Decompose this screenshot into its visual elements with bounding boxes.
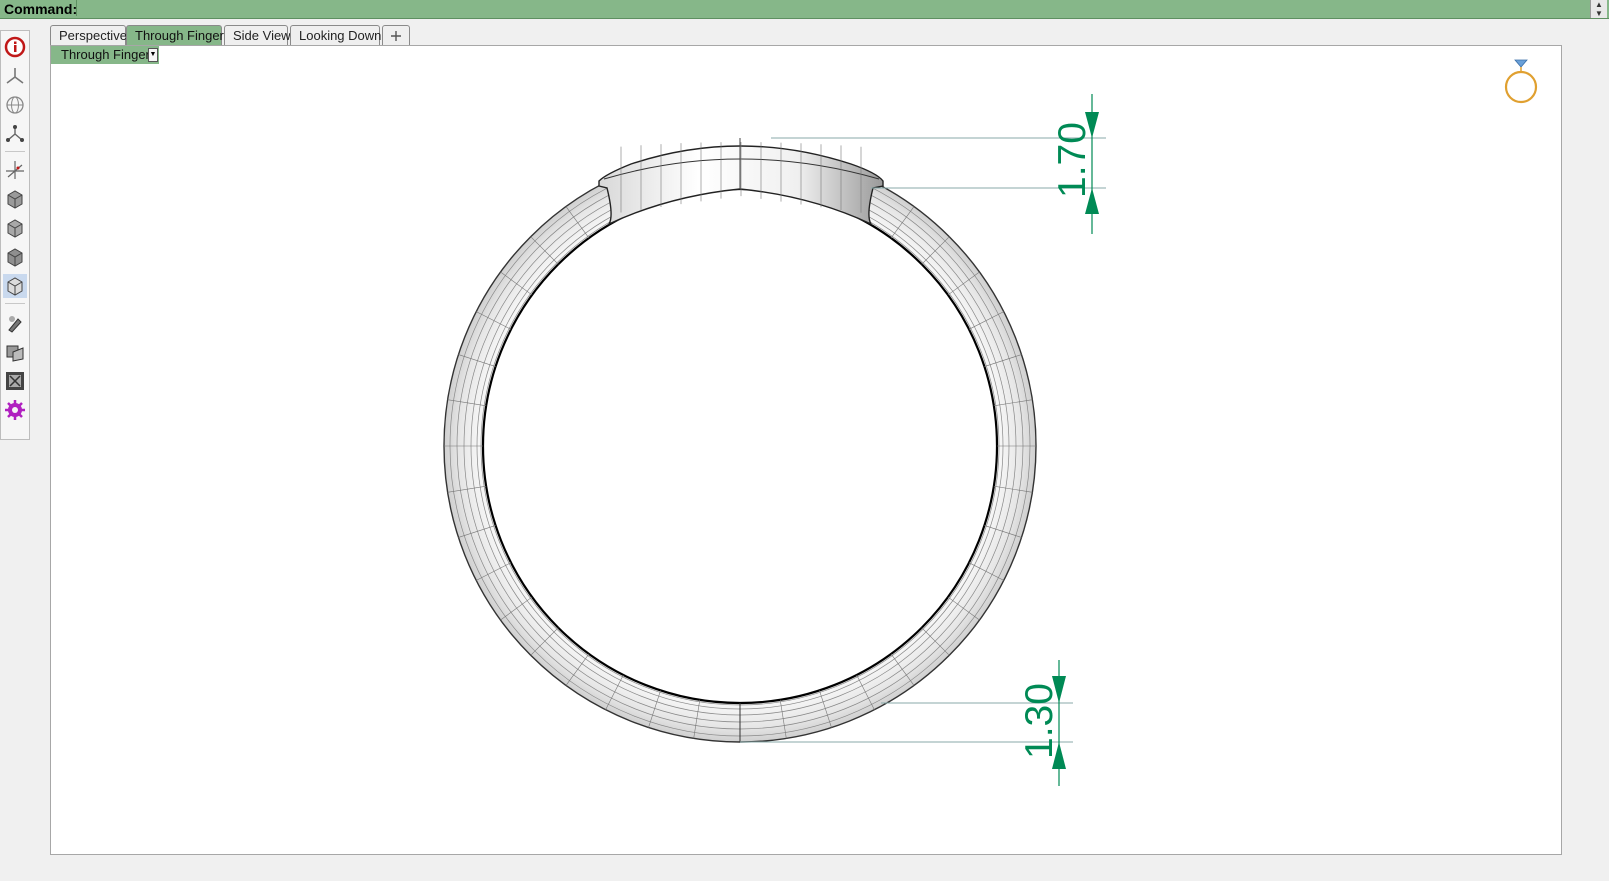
globe-icon[interactable] — [3, 93, 27, 117]
ring-logo-icon — [1504, 70, 1538, 104]
snap-icon[interactable] — [3, 122, 27, 146]
box-icon-1[interactable] — [3, 187, 27, 211]
dim-bottom-value: 1.30 — [1018, 683, 1061, 759]
box-icon-2[interactable] — [3, 216, 27, 240]
ring-model: 1.70 1.30 — [443, 59, 1538, 786]
tab-perspective[interactable]: Perspective — [50, 25, 127, 45]
command-scroll[interactable]: ▲ ▼ — [1590, 0, 1607, 18]
tab-looking-down[interactable]: Looking Down — [290, 25, 381, 45]
viewport-tabs: Perspective Through Finger Side View Loo… — [50, 22, 1609, 46]
axis-icon[interactable] — [3, 158, 27, 182]
box-icon-4[interactable] — [3, 274, 27, 298]
left-toolbar — [0, 30, 30, 440]
render-icon[interactable] — [3, 311, 27, 335]
tab-through-finger[interactable]: Through Finger — [126, 25, 224, 45]
gumball-icon[interactable] — [3, 64, 27, 88]
scroll-down-icon[interactable]: ▼ — [1591, 9, 1607, 18]
toolbar-divider — [5, 303, 25, 304]
material-icon[interactable] — [3, 340, 27, 364]
settings-icon[interactable] — [3, 398, 27, 422]
viewport-title[interactable]: Through Finger — [51, 46, 159, 64]
section-icon[interactable] — [3, 369, 27, 393]
plus-icon — [391, 31, 401, 41]
command-label: Command: — [4, 1, 78, 17]
toolbar-divider — [5, 151, 25, 152]
viewport-canvas[interactable]: 1.70 1.30 Through Finger ▼ — [50, 45, 1562, 855]
triangle-down-icon[interactable]: ▼ — [148, 48, 158, 62]
ring-inner-edge — [481, 187, 999, 705]
command-bar: Command: ▲ ▼ — [0, 0, 1609, 19]
dim-top-value: 1.70 — [1051, 122, 1094, 198]
command-input[interactable] — [76, 0, 1595, 16]
tab-side-view[interactable]: Side View — [224, 25, 291, 45]
box-icon-3[interactable] — [3, 245, 27, 269]
diamond-icon — [1514, 59, 1528, 68]
add-tab-button[interactable] — [382, 25, 410, 45]
info-icon[interactable] — [3, 35, 27, 59]
scroll-up-icon[interactable]: ▲ — [1591, 0, 1607, 9]
